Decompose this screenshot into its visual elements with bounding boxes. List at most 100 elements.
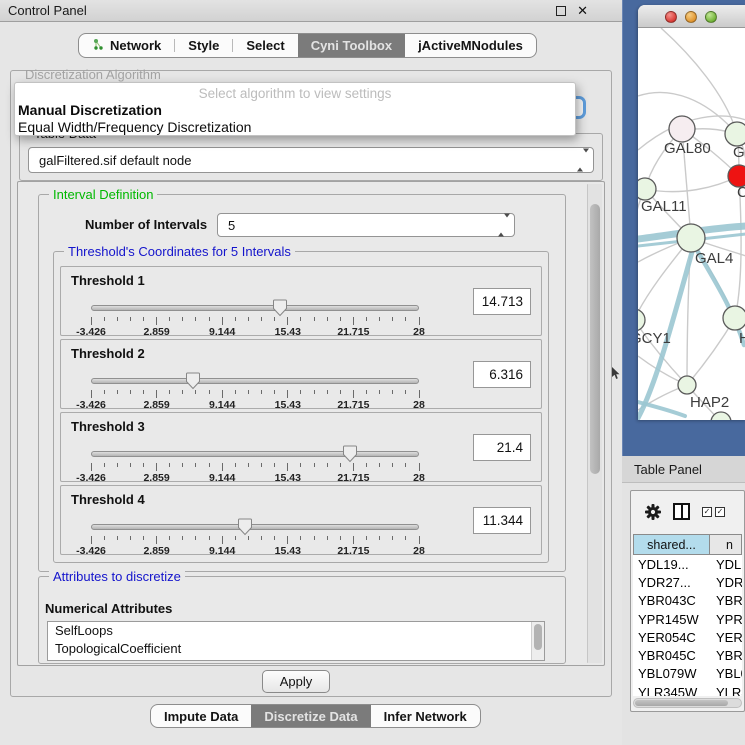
table-row[interactable]: YER054CYER0	[633, 628, 742, 646]
table-row[interactable]: YBR045CYBR0	[633, 646, 742, 664]
network-node-label: G	[733, 144, 745, 161]
cell-name: YDR2	[710, 573, 742, 591]
tab-infer-network[interactable]: Infer Network	[371, 705, 480, 727]
attribute-list-item[interactable]: BetweennessCentrality	[48, 658, 544, 661]
slider[interactable]: -3.4262.8599.14415.4321.71528	[91, 443, 419, 479]
network-node[interactable]	[669, 116, 695, 142]
tab-discretize-data[interactable]: Discretize Data	[251, 705, 370, 727]
network-node[interactable]	[725, 122, 745, 146]
threshold-value-field[interactable]: 11.344	[473, 507, 531, 534]
slider[interactable]: -3.4262.8599.14415.4321.71528	[91, 516, 419, 552]
table-data-group: Table Data galFiltered.sif default node	[19, 133, 603, 181]
attribute-list-item[interactable]: SelfLoops	[48, 622, 544, 640]
table-horizontal-scrollbar-thumb[interactable]	[635, 700, 728, 706]
threshold-label: Threshold 2	[71, 346, 145, 361]
tick-mark	[248, 317, 249, 321]
table-row[interactable]: YPR145WYPR1	[633, 610, 742, 628]
tick-mark	[340, 390, 341, 394]
thresholds-legend: Threshold's Coordinates for 5 Intervals	[64, 244, 295, 259]
tick-mark	[366, 463, 367, 467]
network-window-titlebar[interactable]	[638, 5, 745, 28]
network-node[interactable]	[638, 178, 656, 200]
table-row[interactable]: YLR345WYLR3	[633, 683, 742, 696]
minimize-traffic-light-icon[interactable]	[685, 11, 697, 23]
scale-label: 9.144	[209, 472, 235, 484]
slider-track[interactable]	[91, 378, 419, 384]
tab-impute-data[interactable]: Impute Data	[151, 705, 251, 727]
tab-jactivemnodules[interactable]: jActiveMNodules	[405, 34, 536, 57]
slider[interactable]: -3.4262.8599.14415.4321.71528	[91, 370, 419, 406]
checkbox-icon[interactable]: ✓	[702, 507, 712, 517]
algorithm-option[interactable]: Equal Width/Frequency Discretization	[18, 119, 251, 135]
slider-thumb[interactable]	[342, 445, 358, 463]
attribute-list-item[interactable]: TopologicalCoefficient	[48, 640, 544, 658]
slider-thumb[interactable]	[185, 372, 201, 390]
threshold-value-field[interactable]: 6.316	[473, 361, 531, 388]
network-node-label: C	[737, 184, 745, 201]
table-row[interactable]: YDR27...YDR2	[633, 573, 742, 591]
slider-thumb[interactable]	[272, 299, 288, 317]
apply-button[interactable]: Apply	[262, 670, 330, 693]
number-of-intervals-combobox[interactable]: 5	[217, 213, 515, 237]
tick-mark	[143, 390, 144, 394]
close-icon[interactable]: ✕	[577, 0, 588, 22]
checkbox-icon[interactable]: ✓	[715, 507, 725, 517]
attributes-group: Attributes to discretize Numerical Attri…	[38, 576, 566, 664]
tick-mark	[327, 536, 328, 540]
network-node[interactable]	[677, 224, 705, 252]
tick-mark	[91, 536, 92, 544]
numerical-attributes-list[interactable]: SelfLoopsTopologicalCoefficientBetweenne…	[47, 621, 545, 661]
slider-track[interactable]	[91, 305, 419, 311]
tick-mark	[353, 317, 354, 325]
network-window[interactable]: GAL80GCGAL11GAL4GCY1HHAP2	[638, 5, 745, 420]
close-traffic-light-icon[interactable]	[665, 11, 677, 23]
slider-track[interactable]	[91, 451, 419, 457]
table-row[interactable]: YBR043CYBR0	[633, 592, 742, 610]
tab-style[interactable]: Style	[175, 34, 232, 57]
slider[interactable]: -3.4262.8599.14415.4321.71528	[91, 297, 419, 333]
network-canvas[interactable]: GAL80GCGAL11GAL4GCY1HHAP2	[638, 28, 745, 420]
scale-label: 21.715	[337, 545, 369, 557]
threshold-value-field[interactable]: 21.4	[473, 434, 531, 461]
gear-icon[interactable]	[644, 503, 662, 526]
table-row[interactable]: YBL079WYBL0	[633, 665, 742, 683]
column-header-shared-name[interactable]: shared...	[633, 534, 710, 555]
network-node[interactable]	[711, 412, 731, 420]
table-data-combobox[interactable]: galFiltered.sif default node	[28, 147, 594, 173]
algorithm-dropdown-popup: Select algorithm to view settings Manual…	[14, 82, 576, 136]
float-window-icon[interactable]	[556, 6, 566, 16]
tick-mark	[195, 390, 196, 394]
table-horizontal-scrollbar[interactable]	[633, 698, 742, 708]
tick-mark	[327, 317, 328, 321]
algorithm-option[interactable]: Manual Discretization	[18, 102, 162, 118]
tab-network[interactable]: Network	[79, 34, 174, 57]
tick-mark	[91, 390, 92, 398]
tick-mark	[222, 536, 223, 544]
tick-mark	[261, 463, 262, 467]
network-node[interactable]	[678, 376, 696, 394]
attributes-scrollbar-thumb[interactable]	[534, 624, 542, 650]
attributes-scrollbar[interactable]	[531, 622, 544, 660]
network-node[interactable]	[723, 306, 745, 330]
tick-mark	[274, 390, 275, 394]
split-table-icon[interactable]	[673, 503, 690, 520]
scale-label: -3.426	[76, 472, 106, 484]
tab-select[interactable]: Select	[233, 34, 297, 57]
column-header-name[interactable]: n	[710, 534, 742, 555]
tick-mark	[182, 463, 183, 467]
attributes-legend: Attributes to discretize	[49, 569, 185, 584]
settings-scrollbar[interactable]	[587, 184, 602, 663]
zoom-traffic-light-icon[interactable]	[705, 11, 717, 23]
threshold-label: Threshold 3	[71, 419, 145, 434]
settings-scrollbar-thumb[interactable]	[590, 204, 600, 474]
discretization-algorithm-group: Table Data galFiltered.sif default node …	[10, 70, 612, 697]
slider-thumb[interactable]	[237, 518, 253, 536]
tick-mark	[209, 536, 210, 540]
threshold-value-field[interactable]: 14.713	[473, 288, 531, 315]
tick-mark	[169, 317, 170, 321]
slider-track[interactable]	[91, 524, 419, 530]
table-row[interactable]: YDL19...YDL1	[633, 555, 742, 573]
network-node[interactable]	[638, 309, 645, 331]
tab-cyni-toolbox[interactable]: Cyni Toolbox	[298, 34, 405, 57]
slider-scale-labels: -3.4262.8599.14415.4321.71528	[91, 326, 419, 338]
